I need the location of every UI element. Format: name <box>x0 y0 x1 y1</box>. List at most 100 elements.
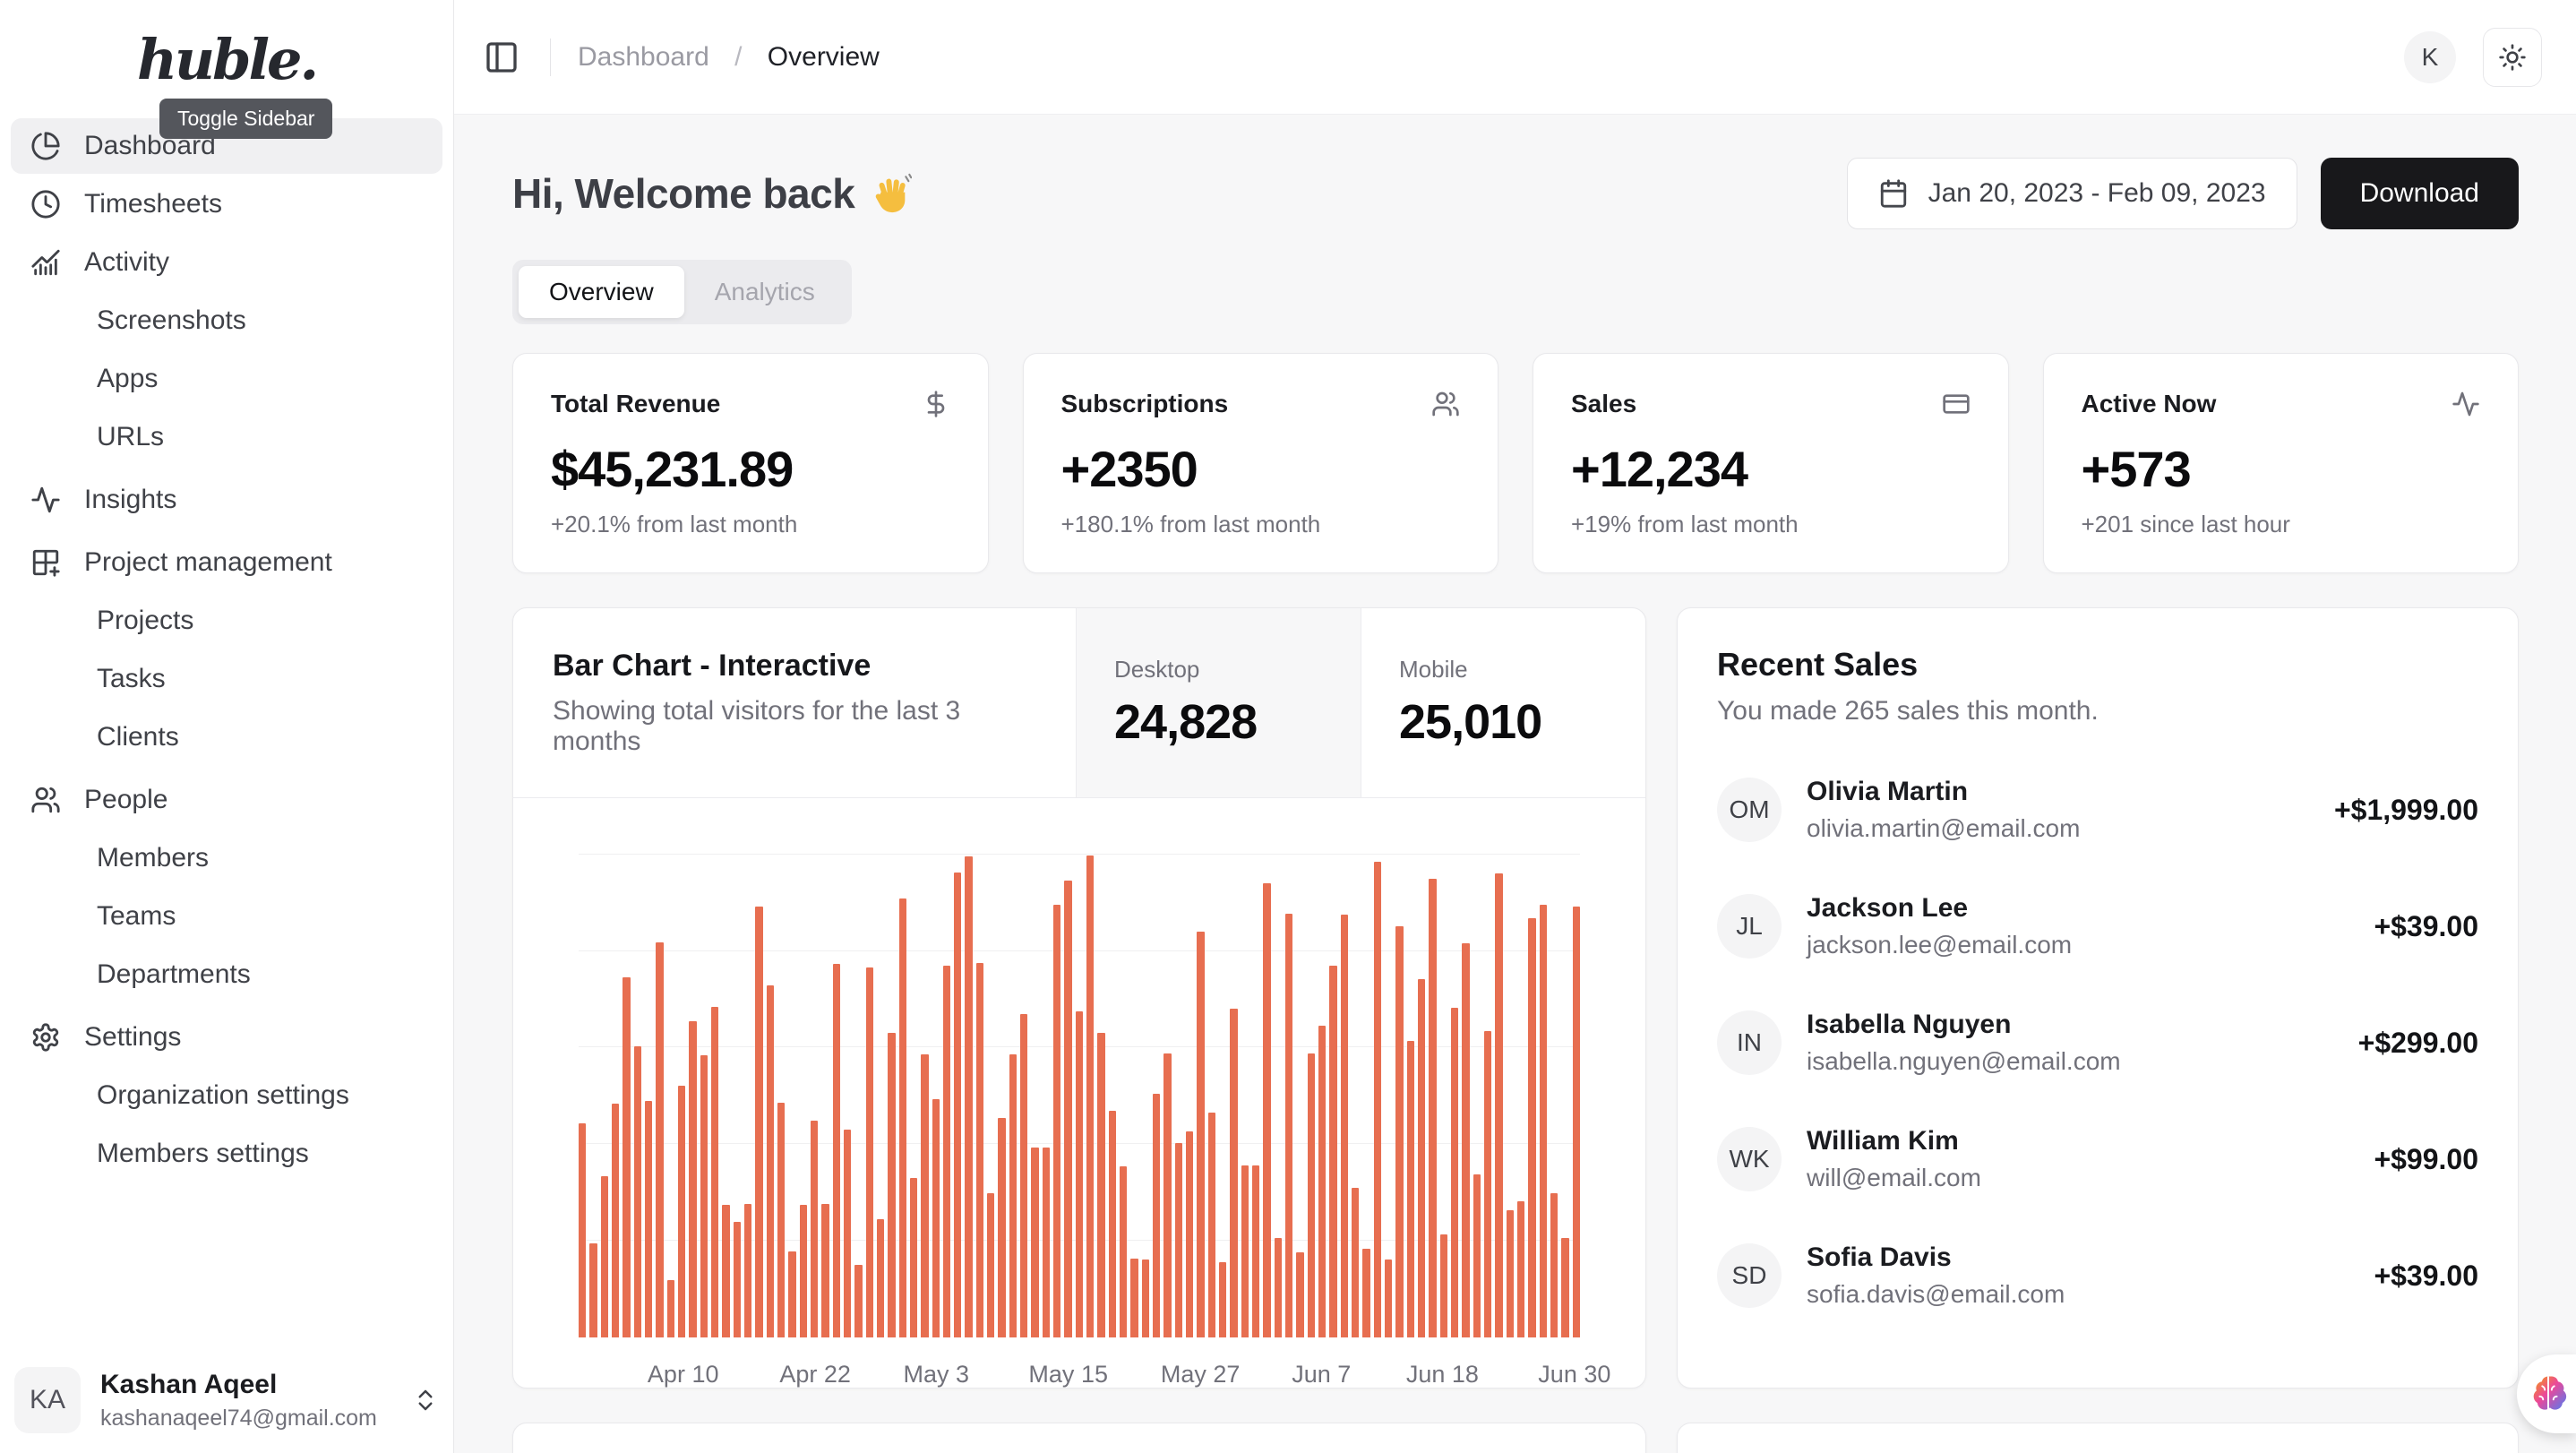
bar[interactable] <box>1153 1094 1160 1337</box>
sidebar-item-tasks[interactable]: Tasks <box>11 651 442 707</box>
bar[interactable] <box>623 977 630 1337</box>
bar[interactable] <box>1308 1053 1315 1337</box>
account-avatar[interactable]: K <box>2404 31 2456 83</box>
sidebar-item-urls[interactable]: URLs <box>11 409 442 465</box>
bar[interactable] <box>689 1021 696 1337</box>
bar[interactable] <box>1120 1166 1127 1337</box>
sidebar-item-members-settings[interactable]: Members settings <box>11 1126 442 1182</box>
sidebar-item-clients[interactable]: Clients <box>11 709 442 765</box>
bar[interactable] <box>1109 1111 1116 1337</box>
bar[interactable] <box>1252 1165 1259 1337</box>
sidebar-item-screenshots[interactable]: Screenshots <box>11 293 442 348</box>
bar[interactable] <box>1208 1113 1215 1337</box>
bar[interactable] <box>1097 1033 1104 1337</box>
bar[interactable] <box>1175 1143 1182 1337</box>
bar[interactable] <box>910 1178 917 1337</box>
bar[interactable] <box>954 873 961 1337</box>
bar[interactable] <box>1009 1054 1017 1337</box>
tab-overview[interactable]: Overview <box>519 266 684 318</box>
sidebar-user-menu[interactable]: KA Kashan Aqeel kashanaqeel74@gmail.com <box>14 1367 439 1433</box>
bar[interactable] <box>1362 1249 1370 1337</box>
bar[interactable] <box>866 967 873 1337</box>
bar[interactable] <box>788 1251 795 1337</box>
bar[interactable] <box>1528 918 1535 1337</box>
bar[interactable] <box>943 966 950 1337</box>
sidebar-item-projects[interactable]: Projects <box>11 593 442 649</box>
bar[interactable] <box>877 1219 884 1337</box>
bar[interactable] <box>1086 855 1094 1337</box>
bar[interactable] <box>899 898 906 1337</box>
bar[interactable] <box>1076 1011 1083 1338</box>
bar[interactable] <box>844 1130 851 1337</box>
bar[interactable] <box>1495 873 1502 1337</box>
sidebar-item-timesheets[interactable]: Timesheets <box>11 176 442 232</box>
bar[interactable] <box>1440 1234 1447 1337</box>
bar[interactable] <box>777 1103 785 1337</box>
bar[interactable] <box>1285 914 1292 1337</box>
bar[interactable] <box>1473 1174 1481 1337</box>
bar[interactable] <box>1275 1238 1282 1337</box>
bar[interactable] <box>1507 1210 1514 1337</box>
bar[interactable] <box>678 1086 685 1337</box>
bar[interactable] <box>1263 883 1270 1337</box>
bar[interactable] <box>821 1204 829 1337</box>
bar[interactable] <box>601 1176 608 1337</box>
theme-toggle-button[interactable] <box>2483 28 2542 87</box>
bar[interactable] <box>711 1007 718 1337</box>
bar[interactable] <box>1517 1201 1524 1337</box>
bar[interactable] <box>744 1204 751 1337</box>
download-button[interactable]: Download <box>2321 158 2519 229</box>
bar[interactable] <box>1241 1165 1249 1337</box>
bar[interactable] <box>1142 1260 1149 1337</box>
bar[interactable] <box>854 1265 862 1337</box>
bar[interactable] <box>645 1101 652 1337</box>
bar[interactable] <box>888 1033 895 1337</box>
bar[interactable] <box>1296 1252 1303 1337</box>
bar[interactable] <box>1418 979 1425 1337</box>
bar[interactable] <box>1550 1193 1558 1337</box>
bar[interactable] <box>767 985 774 1337</box>
bar[interactable] <box>1197 932 1204 1337</box>
segment-mobile[interactable]: Mobile 25,010 <box>1361 608 1645 797</box>
bar[interactable] <box>1429 879 1436 1337</box>
breadcrumb-dashboard[interactable]: Dashboard <box>578 42 709 72</box>
bar[interactable] <box>634 1046 641 1337</box>
sidebar-item-members[interactable]: Members <box>11 830 442 886</box>
sidebar-item-activity[interactable]: Activity <box>11 235 442 290</box>
bar[interactable] <box>579 1123 586 1337</box>
sidebar-item-teams[interactable]: Teams <box>11 889 442 944</box>
sidebar-item-people[interactable]: People <box>11 772 442 828</box>
bar[interactable] <box>1385 1260 1392 1337</box>
bar[interactable] <box>1318 1026 1326 1337</box>
bar[interactable] <box>612 1104 619 1337</box>
bar[interactable] <box>1540 905 1547 1337</box>
bar[interactable] <box>1407 1041 1414 1337</box>
bar[interactable] <box>656 942 663 1337</box>
tab-analytics[interactable]: Analytics <box>684 266 846 318</box>
bar[interactable] <box>589 1243 597 1337</box>
bar[interactable] <box>1395 926 1403 1337</box>
bar[interactable] <box>1064 881 1071 1337</box>
bar[interactable] <box>722 1205 729 1337</box>
bar[interactable] <box>1130 1259 1138 1337</box>
bar[interactable] <box>1341 915 1348 1337</box>
bar[interactable] <box>1484 1031 1491 1337</box>
bar[interactable] <box>1561 1238 1568 1337</box>
sidebar-item-insights[interactable]: Insights <box>11 472 442 528</box>
sidebar-item-project-management[interactable]: Project management <box>11 535 442 590</box>
sidebar-item-organization-settings[interactable]: Organization settings <box>11 1068 442 1123</box>
bar[interactable] <box>921 1054 928 1337</box>
bar[interactable] <box>734 1222 741 1337</box>
bar[interactable] <box>1031 1148 1038 1337</box>
sidebar-item-departments[interactable]: Departments <box>11 947 442 1002</box>
sidebar-item-apps[interactable]: Apps <box>11 351 442 407</box>
bar[interactable] <box>1219 1262 1226 1337</box>
bar[interactable] <box>1352 1188 1359 1337</box>
sidebar-item-settings[interactable]: Settings <box>11 1010 442 1065</box>
bar[interactable] <box>700 1055 708 1337</box>
bar[interactable] <box>1053 905 1060 1337</box>
bar[interactable] <box>1043 1148 1050 1337</box>
segment-desktop[interactable]: Desktop 24,828 <box>1076 608 1361 797</box>
bar[interactable] <box>965 856 972 1337</box>
bar[interactable] <box>833 964 840 1337</box>
